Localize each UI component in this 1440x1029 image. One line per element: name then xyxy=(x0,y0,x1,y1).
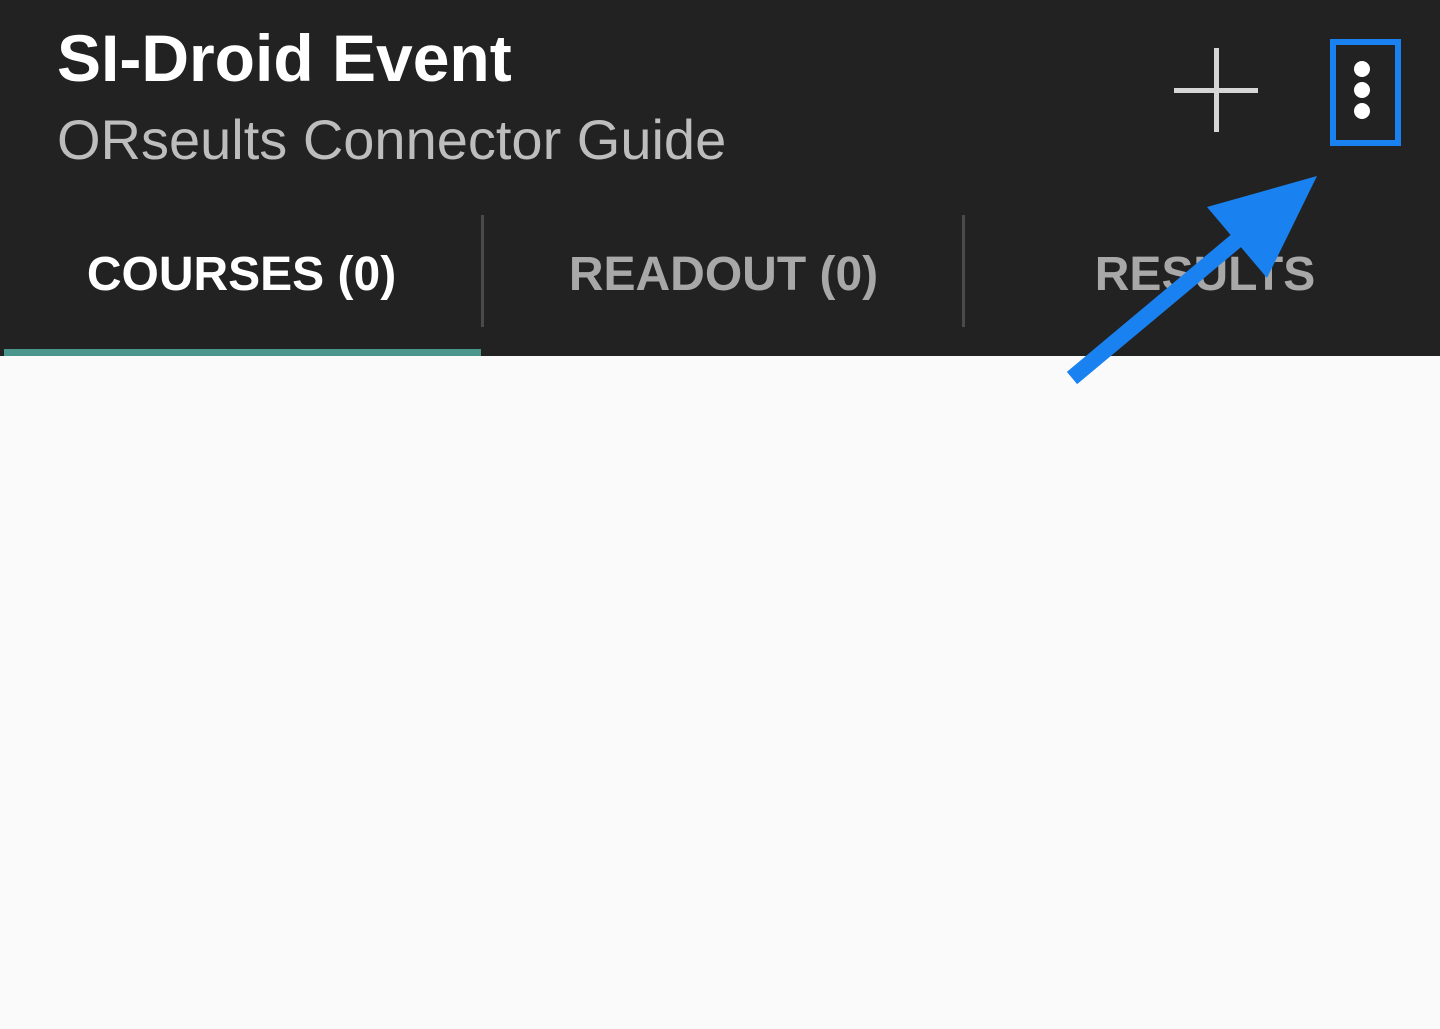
tab-readout-label: READOUT (0) xyxy=(568,247,879,301)
tab-bar: COURSES (0) READOUT (0) RESULTS xyxy=(0,215,1440,356)
add-button[interactable] xyxy=(1170,44,1262,136)
app-title: SI-Droid Event xyxy=(57,21,512,95)
content-area xyxy=(0,356,1440,1029)
tab-results-label: RESULTS xyxy=(1094,247,1316,301)
overflow-menu-button[interactable] xyxy=(1330,39,1395,140)
app-subtitle: ORseults Connector Guide xyxy=(57,108,727,171)
tab-courses[interactable]: COURSES (0) xyxy=(0,215,483,356)
tab-courses-label: COURSES (0) xyxy=(86,247,397,301)
tab-readout[interactable]: READOUT (0) xyxy=(484,215,963,356)
tab-results[interactable]: RESULTS xyxy=(965,215,1440,356)
app-bar: SI-Droid Event ORseults Connector Guide … xyxy=(0,0,1440,356)
tab-indicator xyxy=(4,349,481,356)
